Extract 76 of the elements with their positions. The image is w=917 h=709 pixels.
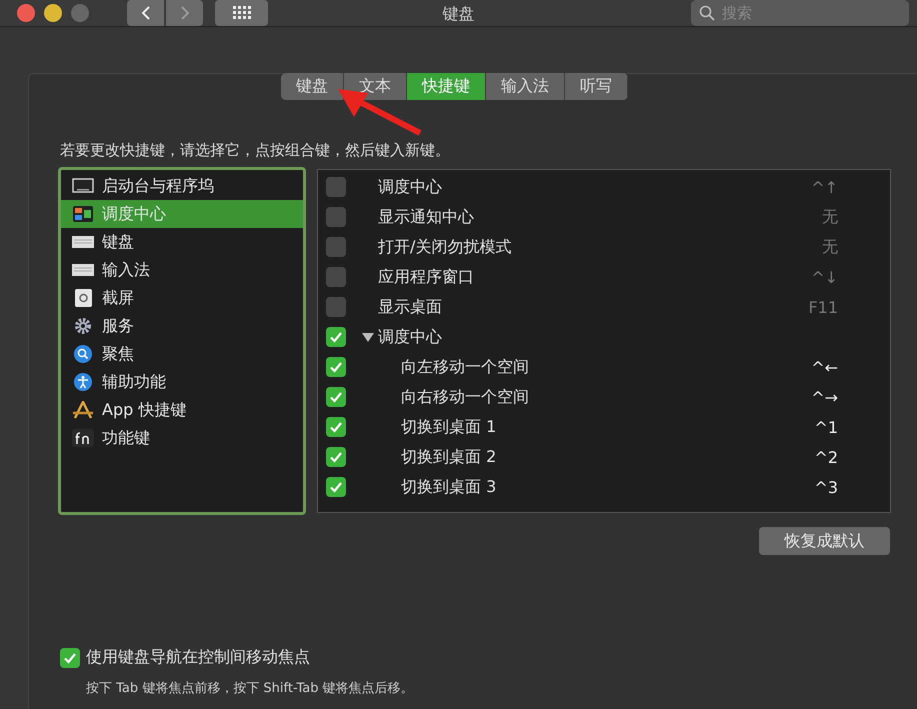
checkbox[interactable] [326, 327, 346, 347]
shortcut-keys[interactable]: ^↓ [811, 268, 838, 286]
category-item[interactable]: 输入法 [102, 260, 150, 280]
checkmark-icon [329, 480, 343, 494]
shortcut-label: 切换到桌面 3 [401, 476, 496, 498]
checkbox-label: 使用键盘导航在控制间移动焦点 [86, 647, 310, 668]
fn-key-icon [72, 429, 94, 447]
grid-button[interactable] [215, 0, 268, 26]
shortcut-keys[interactable]: ^1 [814, 418, 838, 436]
checkmark-icon [329, 390, 343, 404]
shortcut-label: 显示桌面 [378, 296, 442, 318]
shortcut-label: 调度中心 [378, 176, 442, 198]
checkbox[interactable] [60, 648, 80, 668]
shortcut-keys[interactable]: ^3 [814, 478, 838, 496]
chevron-left-icon [140, 5, 152, 21]
checkmark-icon [329, 450, 343, 464]
grid-icon [232, 6, 252, 20]
checkbox[interactable] [326, 177, 346, 197]
search-icon [72, 345, 94, 363]
windows-icon [72, 205, 94, 223]
checkbox[interactable] [326, 387, 346, 407]
back-button[interactable] [127, 0, 164, 26]
category-item[interactable]: 功能键 [102, 428, 150, 448]
checkbox[interactable] [326, 207, 346, 227]
checkmark-icon [329, 360, 343, 374]
category-item[interactable]: 启动台与程序坞 [102, 176, 214, 196]
keyboard-icon [72, 261, 94, 279]
shortcut-label: 打开/关闭勿扰模式 [378, 236, 512, 258]
shortcut-keys[interactable]: ^2 [814, 448, 838, 466]
screenshot-icon [72, 289, 94, 307]
checkbox[interactable] [326, 237, 346, 257]
gear-icon [72, 317, 94, 335]
checkmark-icon [329, 420, 343, 434]
hint-text: 按下 Tab 键将焦点前移，按下 Shift-Tab 键将焦点后移。 [86, 680, 414, 697]
shortcut-label: 调度中心 [378, 326, 442, 348]
instruction-text: 若要更改快捷键，请选择它，点按组合键，然后键入新键。 [60, 141, 450, 160]
checkbox[interactable] [326, 267, 346, 287]
search-icon [699, 5, 715, 21]
tab[interactable]: 听写 [565, 73, 628, 100]
collapse-triangle-icon[interactable] [362, 331, 374, 343]
shortcut-keys[interactable]: 无 [822, 236, 838, 258]
shortcut-label: 显示通知中心 [378, 206, 474, 228]
shortcut-keys[interactable]: ^↑ [811, 178, 838, 196]
shortcut-label: 向左移动一个空间 [401, 356, 529, 378]
pencil-ruler-icon [72, 401, 94, 419]
category-item[interactable]: 服务 [102, 316, 134, 336]
checkbox[interactable] [326, 447, 346, 467]
shortcut-keys[interactable]: ^→ [811, 388, 838, 406]
checkmark-icon [329, 330, 343, 344]
category-item[interactable]: 聚焦 [102, 344, 134, 364]
checkbox[interactable] [326, 357, 346, 377]
shortcut-keys[interactable]: ^← [811, 358, 838, 376]
accessibility-icon [72, 373, 94, 391]
minimize-button[interactable] [44, 4, 62, 22]
keyboard-icon [72, 233, 94, 251]
tab[interactable]: 输入法 [486, 73, 565, 100]
window-title: 键盘 [442, 4, 474, 25]
category-item[interactable]: 截屏 [102, 288, 134, 308]
category-item[interactable]: 辅助功能 [102, 372, 166, 392]
checkbox[interactable] [326, 297, 346, 317]
category-item[interactable]: 键盘 [102, 232, 134, 252]
close-button[interactable] [17, 4, 35, 22]
shortcut-label: 向右移动一个空间 [401, 386, 529, 408]
tab[interactable]: 键盘 [281, 73, 344, 100]
checkbox[interactable] [326, 477, 346, 497]
checkmark-icon [63, 650, 77, 664]
shortcut-label: 切换到桌面 1 [401, 416, 496, 438]
shortcut-keys[interactable]: F11 [808, 298, 838, 316]
checkbox[interactable] [326, 417, 346, 437]
shortcut-label: 切换到桌面 2 [401, 446, 496, 468]
shortcut-keys[interactable]: 无 [822, 206, 838, 228]
shortcut-label: 应用程序窗口 [378, 266, 474, 288]
display-icon [72, 177, 94, 195]
category-item[interactable]: App 快捷键 [102, 400, 186, 420]
restore-defaults-button[interactable]: 恢复成默认 [759, 527, 890, 555]
chevron-right-icon [178, 5, 190, 21]
